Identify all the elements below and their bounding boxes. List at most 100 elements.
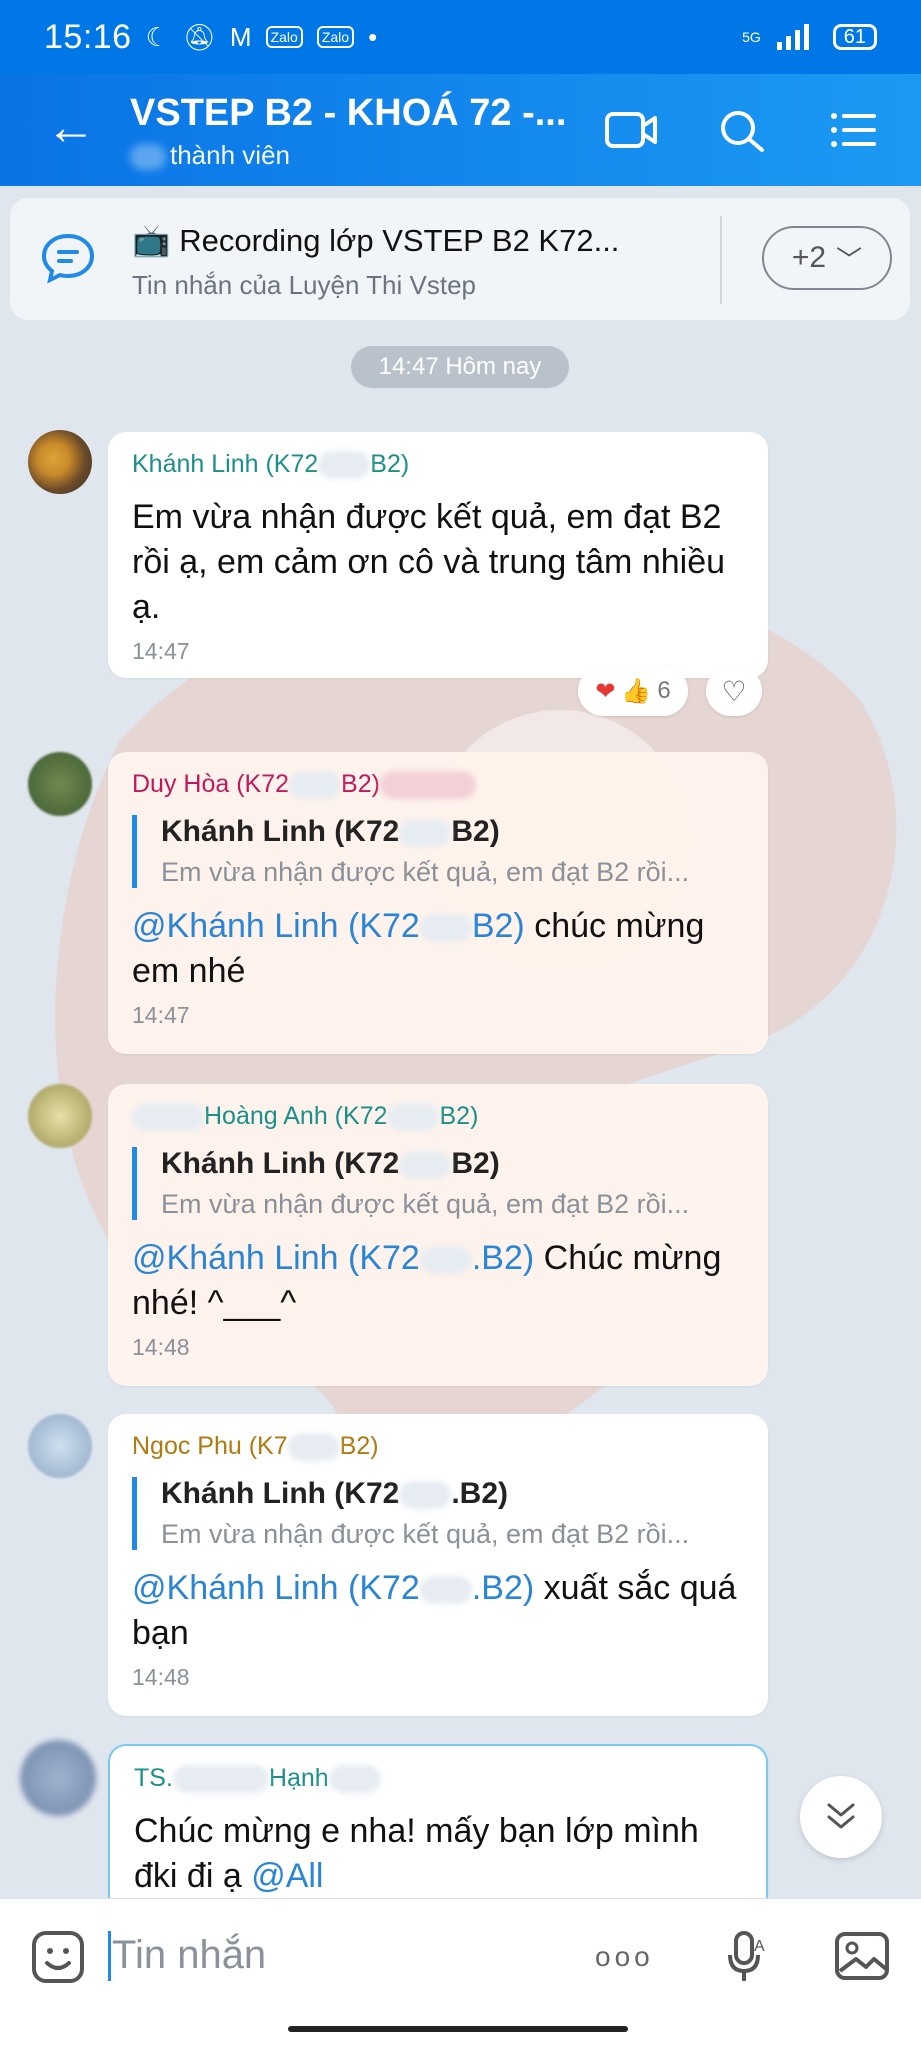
moon-icon: ☾ — [145, 21, 169, 52]
avatar[interactable] — [28, 1414, 92, 1478]
message-text: Chúc mừng e nha! mấy bạn lớp mình đki đi… — [134, 1809, 742, 1899]
quoted-sender: Khánh Linh (K72 B2) — [161, 1147, 744, 1181]
quoted-sender: Khánh Linh (K72 .B2) — [161, 1477, 744, 1511]
double-chevron-down-icon — [827, 1803, 855, 1829]
search-icon[interactable] — [716, 108, 770, 152]
message-text: Em vừa nhận được kết quả, em đạt B2 rồi … — [132, 498, 726, 627]
sender-name-part: B2) — [339, 1432, 379, 1460]
heart-outline-icon: ♡ — [721, 675, 747, 707]
blurred-count — [130, 144, 166, 171]
date-separator: 14:47 Hôm nay — [351, 346, 569, 388]
zalo-icon: Zalo — [316, 26, 355, 48]
mention-part: @Khánh Linh (K72 — [132, 907, 420, 946]
status-time: 15:16 — [44, 17, 132, 56]
reaction-count: 6 — [657, 677, 671, 704]
sticker-emoji-icon[interactable] — [30, 1929, 86, 1985]
thumbs-up-reaction-icon: 👍 — [621, 677, 652, 705]
gmail-icon: M — [229, 21, 252, 52]
quoted-sender-part: Khánh Linh (K72 — [161, 815, 400, 849]
quoted-sender-part: B2) — [451, 815, 500, 849]
quoted-sender-part: Khánh Linh (K72 — [161, 1147, 400, 1181]
menu-list-icon[interactable] — [828, 108, 882, 152]
reaction-summary[interactable]: ❤ 👍 6 — [578, 666, 688, 716]
sender-name: Duy Hòa (K72 B2) — [132, 770, 744, 800]
avatar[interactable] — [28, 430, 92, 494]
mention-link[interactable]: @All — [251, 1857, 323, 1895]
quoted-text: Em vừa nhận được kết quả, em đạt B2 rồi.… — [161, 1189, 690, 1220]
home-handle[interactable] — [288, 2026, 628, 2032]
message-bubble[interactable]: Duy Hòa (K72 B2) Khánh Linh (K72 B2) Em vừ… — [108, 752, 768, 1054]
redacted-blur — [328, 1765, 381, 1794]
signal-icon: 5G — [742, 29, 761, 45]
status-bar: 15:16 ☾ 🔕︎ M Zalo Zalo • 5G 61 — [0, 0, 921, 74]
message-time: 14:48 — [132, 1334, 190, 1361]
battery-icon: 61 — [832, 24, 877, 50]
divider — [720, 216, 722, 304]
sender-name-part: B2) — [439, 1102, 479, 1130]
quoted-message[interactable]: Khánh Linh (K72 B2) Em vừa nhận được kết … — [132, 815, 744, 889]
mention-link[interactable]: @Khánh Linh (K72 B2) — [132, 907, 525, 945]
voice-input-icon[interactable]: A — [724, 1929, 770, 1985]
mention-part: .B2) — [471, 1569, 535, 1608]
message-time: 14:47 — [132, 638, 190, 665]
back-arrow-icon[interactable]: ← — [46, 102, 96, 152]
mention-link[interactable]: @Khánh Linh (K72 .B2) — [132, 1239, 534, 1277]
video-call-icon[interactable] — [604, 108, 658, 152]
mention-part: @Khánh Linh (K72 — [132, 1239, 420, 1278]
redacted-blur — [419, 914, 472, 943]
svg-text:A: A — [754, 1938, 765, 1955]
group-title[interactable]: VSTEP B2 - KHOÁ 72 -... — [130, 92, 566, 135]
system-nav-bar — [0, 2010, 921, 2048]
redacted-blur — [172, 1765, 269, 1794]
sender-name-part: Hoàng Anh (K72 — [204, 1102, 388, 1130]
mute-icon: 🔕︎ — [182, 21, 216, 52]
sender-name: Ngoc Phu (K7 B2) — [132, 1432, 744, 1462]
quoted-sender-part: Khánh Linh (K72 — [161, 1477, 400, 1511]
avatar[interactable] — [28, 752, 92, 816]
quoted-sender: Khánh Linh (K72 B2) — [161, 815, 744, 849]
sender-name-part: Khánh Linh (K72 — [132, 450, 319, 478]
redacted-blur — [399, 1481, 452, 1510]
message-composer: Tin nhắn ooo A — [0, 1898, 921, 2010]
sender-name-part: Ngoc Phu (K7 — [132, 1432, 288, 1460]
more-options-icon[interactable]: ooo — [595, 1941, 654, 1973]
member-label: thành viên — [170, 140, 290, 170]
redacted-blur — [132, 1103, 204, 1132]
message-bubble[interactable]: TS. Hạnh Chúc mừng e nha! mấy bạn lớp mìn… — [108, 1744, 768, 1914]
heart-reaction-icon: ❤ — [595, 677, 616, 705]
quoted-message[interactable]: Khánh Linh (K72 .B2) Em vừa nhận được kết… — [132, 1477, 744, 1551]
zalo-icon: Zalo — [265, 26, 303, 48]
status-icons: ☾ 🔕︎ M Zalo Zalo • — [146, 22, 378, 53]
quoted-message[interactable]: Khánh Linh (K72 B2) Em vừa nhận được kết … — [132, 1147, 744, 1221]
quoted-sender-part: B2) — [451, 1147, 500, 1181]
sender-name-part: B2) — [370, 450, 410, 478]
message-bubble[interactable]: Hoàng Anh (K72 B2) Khánh Linh (K72 B2) Em … — [108, 1084, 768, 1386]
member-count: thành viên — [130, 140, 290, 171]
redacted-blur — [289, 771, 342, 800]
dot-icon: • — [368, 21, 378, 52]
chevron-down-icon: ﹀ — [836, 244, 863, 275]
pinned-more-button[interactable]: +2 ﹀ — [762, 226, 892, 290]
message-bubble[interactable]: Ngoc Phu (K7 B2) Khánh Linh (K72 .B2) Em v… — [108, 1414, 768, 1716]
redacted-blur — [419, 1576, 472, 1605]
sender-name-part: Duy Hòa (K72 — [132, 770, 290, 798]
mention-part: @Khánh Linh (K72 — [132, 1569, 420, 1608]
sender-name: TS. Hạnh — [134, 1764, 742, 1794]
image-gallery-icon[interactable] — [834, 1931, 890, 1981]
message-input[interactable]: Tin nhắn — [112, 1933, 266, 1978]
signal-bars-icon — [776, 24, 809, 50]
message-text: @Khánh Linh (K72 .B2) xuất sắc quá bạn — [132, 1566, 744, 1656]
chat-header: ← VSTEP B2 - KHOÁ 72 -... thành viên — [0, 74, 921, 186]
scroll-to-bottom-button[interactable] — [800, 1776, 882, 1858]
message-bubble[interactable]: Khánh Linh (K72 B2) Em vừa nhận được kết … — [108, 432, 768, 678]
pinned-message-bar[interactable]: 📺 Recording lớp VSTEP B2 K72... Tin nhắn… — [10, 198, 910, 320]
avatar[interactable] — [20, 1740, 96, 1816]
pinned-more-label: +2 — [791, 241, 827, 274]
avatar[interactable] — [28, 1084, 92, 1148]
mention-part: .B2) — [471, 1239, 535, 1278]
mention-link[interactable]: @Khánh Linh (K72 .B2) — [132, 1569, 534, 1607]
message-time: 14:48 — [132, 1664, 190, 1691]
react-heart-button[interactable]: ♡ — [706, 666, 762, 716]
redacted-blur — [379, 771, 476, 800]
quoted-text: Em vừa nhận được kết quả, em đạt B2 rồi.… — [161, 1519, 690, 1550]
